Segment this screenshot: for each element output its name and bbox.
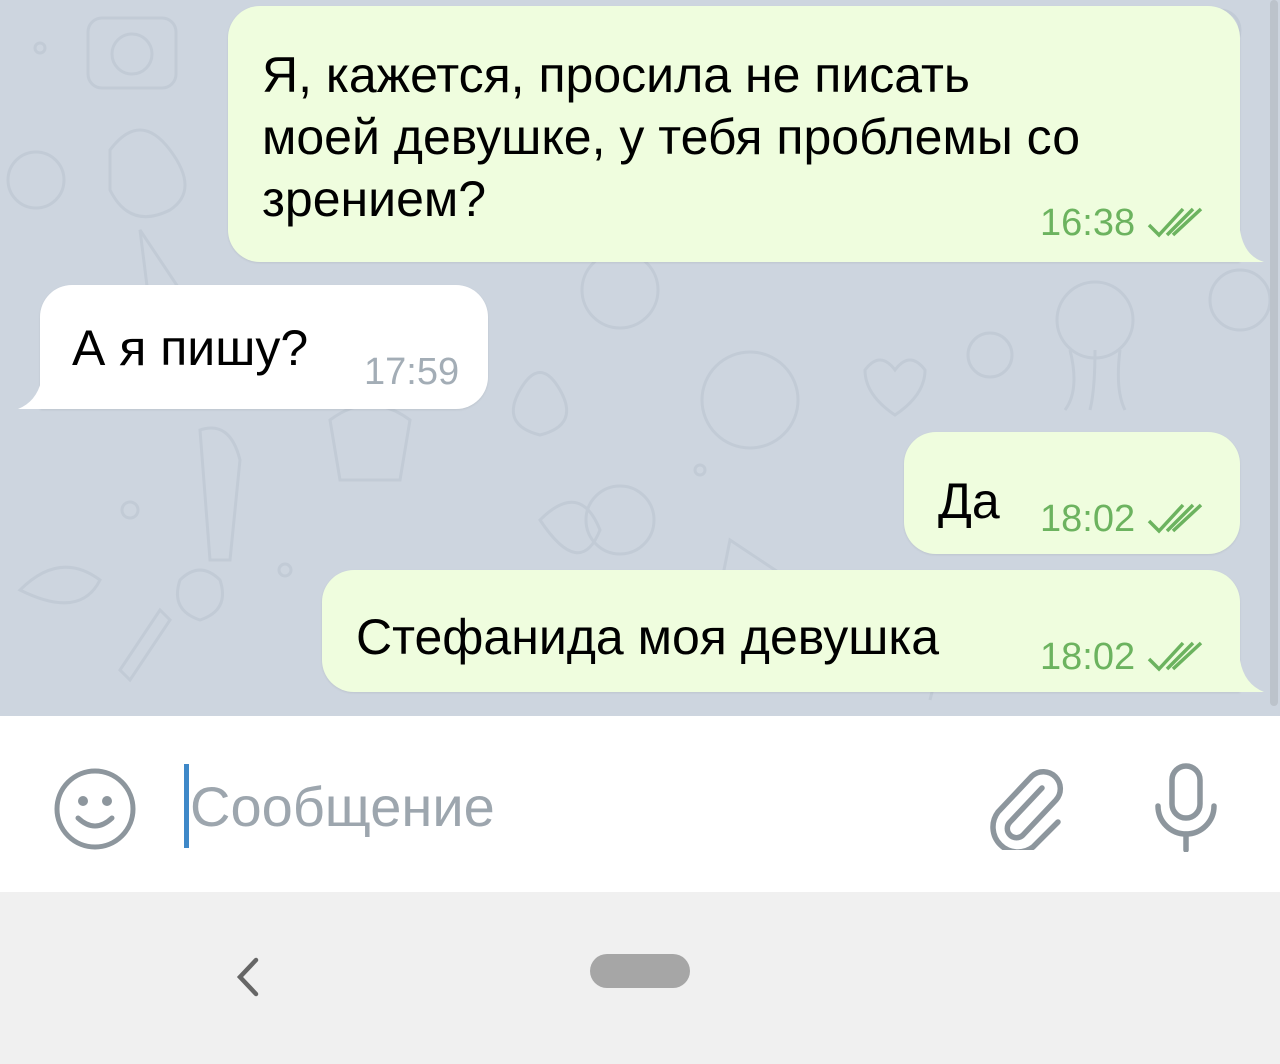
text-caret xyxy=(184,764,189,848)
smiley-icon[interactable] xyxy=(52,766,138,852)
home-pill-icon[interactable] xyxy=(590,954,690,988)
message-meta: 18:02 xyxy=(1040,498,1205,541)
message-meta: 16:38 xyxy=(1040,202,1205,245)
chat-scrollbar[interactable] xyxy=(1270,0,1278,706)
message-bubble-outgoing[interactable]: Да 18:02 xyxy=(904,432,1240,554)
message-time: 17:59 xyxy=(364,351,460,393)
message-meta: 18:02 xyxy=(1040,636,1205,679)
message-time: 16:38 xyxy=(1040,202,1136,244)
message-input[interactable]: Сообщение xyxy=(190,774,495,839)
microphone-icon[interactable] xyxy=(1150,762,1222,852)
chat-area[interactable]: Я, кажется, просила не писать моей девуш… xyxy=(0,0,1280,716)
bubble-tail xyxy=(1232,660,1264,692)
paperclip-icon[interactable] xyxy=(984,766,1068,850)
message-bubble-outgoing[interactable]: Стефанида моя девушка 18:02 xyxy=(322,570,1240,692)
bubble-tail xyxy=(1232,230,1264,262)
system-navigation-bar xyxy=(0,892,1280,1064)
message-time: 18:02 xyxy=(1040,498,1136,540)
double-check-icon xyxy=(1147,641,1203,672)
chevron-left-icon[interactable] xyxy=(230,952,266,1002)
double-check-icon xyxy=(1147,207,1203,238)
message-text: Да xyxy=(938,473,1000,529)
message-text: Стефанида моя девушка xyxy=(356,609,940,665)
message-bubble-incoming[interactable]: А я пишу? 17:59 xyxy=(40,285,488,409)
message-time: 18:02 xyxy=(1040,636,1136,678)
message-meta: 17:59 xyxy=(364,351,459,394)
message-bubble-outgoing[interactable]: Я, кажется, просила не писать моей девуш… xyxy=(228,6,1240,262)
message-composer: Сообщение xyxy=(0,716,1280,892)
double-check-icon xyxy=(1147,503,1203,534)
message-text: А я пишу? xyxy=(72,320,309,376)
bubble-tail xyxy=(18,377,50,409)
message-text: Я, кажется, просила не писать моей девуш… xyxy=(262,47,1081,227)
